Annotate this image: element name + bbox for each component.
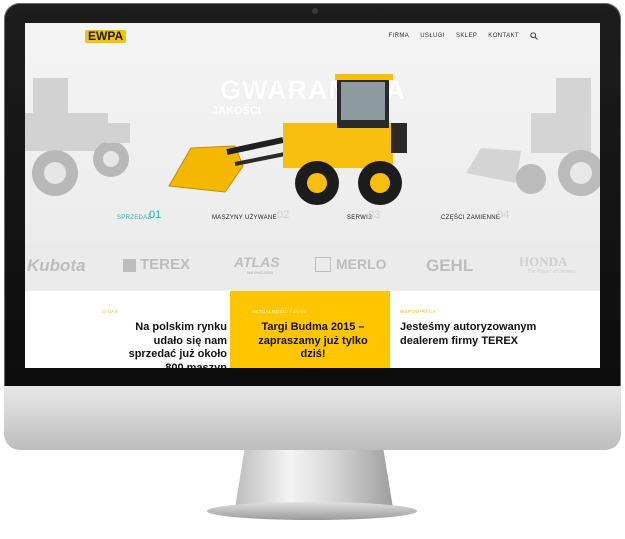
tab-number-02: 02 [277, 209, 290, 221]
loader-left-image [25, 78, 130, 196]
card-tag: AKTUALNOŚCI [252, 309, 289, 314]
tab-number-03: 03 [368, 209, 381, 221]
card-title[interactable]: Jesteśmy autoryzowanym dealerem firmy TE… [400, 321, 560, 348]
card-title[interactable]: Na polskim rynku udało się nam sprzedać … [115, 321, 227, 368]
tab-number-01: 01 [149, 209, 162, 221]
wheel-loader-image [168, 74, 407, 205]
card-date: / 15.03 [290, 309, 307, 314]
tab-number-04: 04 [497, 209, 510, 221]
monitor-chin [4, 386, 621, 450]
card-title[interactable]: Targi Budma 2015 – zapraszamy już tylko … [248, 321, 378, 362]
nav-item-firma[interactable]: FIRMA [389, 33, 410, 39]
card-o-nas[interactable]: O NAS Na polskim rynku udało się nam spr… [25, 291, 230, 368]
brand-merlo[interactable]: MERLO [336, 256, 387, 272]
hero-section: EWPA FIRMA USŁUGI SKLEP KONTAKT GWARANCJ… [25, 23, 600, 243]
loader-right-image [466, 78, 600, 196]
terex-icon [123, 259, 136, 272]
camera-icon [312, 8, 318, 14]
main-nav: FIRMA USŁUGI SKLEP KONTAKT [389, 32, 538, 40]
card-tag: WSPÓŁPRACA [400, 309, 436, 314]
monitor-stand [235, 450, 393, 508]
card-tag: O NAS [102, 309, 119, 314]
search-icon[interactable] [530, 32, 538, 40]
merlo-icon [315, 257, 331, 272]
tab-czesci-zamienne[interactable]: CZĘŚCI ZAMIENNE [441, 215, 500, 221]
nav-item-kontakt[interactable]: KONTAKT [488, 33, 519, 39]
brand-honda-sub: The Power of Dreams [527, 269, 576, 275]
news-cards: O NAS Na polskim rynku udało się nam spr… [25, 291, 600, 368]
tab-sprzedaz[interactable]: SPRZEDAŻ [117, 215, 151, 221]
brand-atlas-sub: WEYHAUSEN [247, 270, 274, 275]
card-aktualnosci[interactable]: AKTUALNOŚCI / 15.03 Targi Budma 2015 – z… [230, 291, 390, 368]
brand-atlas[interactable]: ATLAS [234, 254, 280, 270]
nav-item-sklep[interactable]: SKLEP [456, 33, 477, 39]
brand-terex[interactable]: TEREX [140, 256, 190, 273]
card-wspolpraca[interactable]: WSPÓŁPRACA Jesteśmy autoryzowanym dealer… [390, 291, 600, 368]
tab-maszyny-uzywane[interactable]: MASZYNY UŻYWANE [212, 215, 277, 221]
logo[interactable]: EWPA [85, 30, 127, 43]
website-screen: EWPA FIRMA USŁUGI SKLEP KONTAKT GWARANCJ… [25, 23, 600, 368]
brand-honda[interactable]: HONDA [519, 254, 567, 270]
monitor-foot [207, 502, 417, 520]
service-tabs: SPRZEDAŻ 01 MASZYNY UŻYWANE 02 SERWIS 03… [25, 209, 600, 231]
brand-kubota[interactable]: Kubota [27, 256, 86, 276]
brand-logos-strip: Kubota TEREX ATLAS WEYHAUSEN MERLO GEHL … [25, 243, 600, 291]
brand-gehl[interactable]: GEHL [426, 256, 473, 276]
nav-item-uslugi[interactable]: USŁUGI [420, 33, 445, 39]
